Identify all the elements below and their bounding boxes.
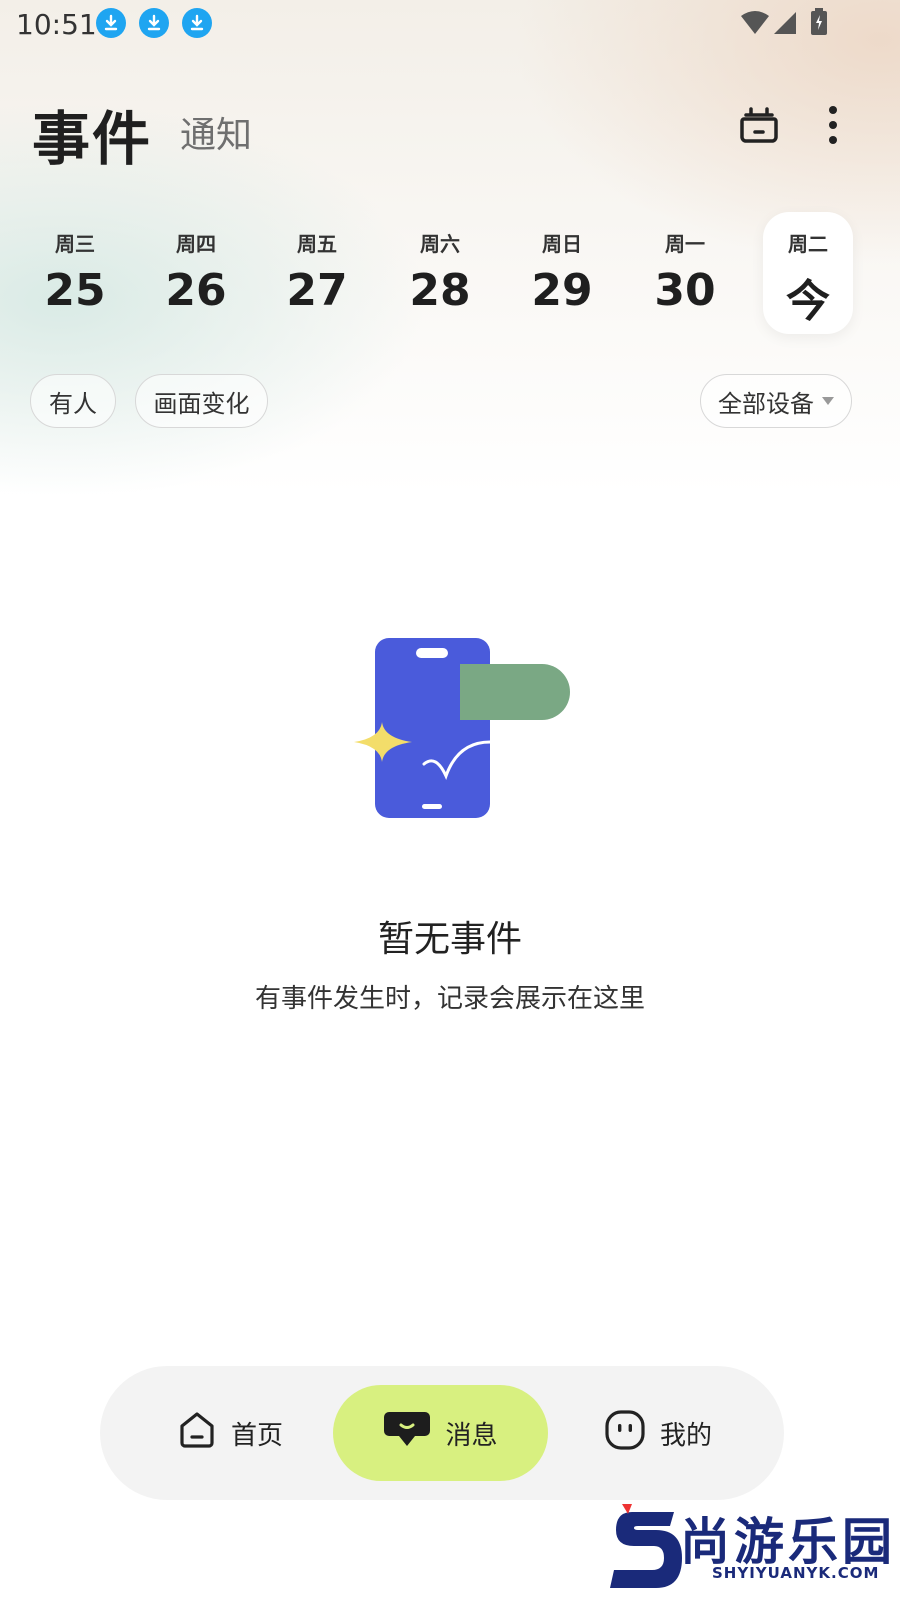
date-cell-30[interactable]: 周一 30 xyxy=(640,228,730,316)
page-title[interactable]: 事件 xyxy=(32,92,152,176)
watermark-logo: 尚游乐园 SHYIYUANYK.COM xyxy=(608,1500,900,1600)
date-number: 27 xyxy=(286,265,348,316)
chevron-down-icon xyxy=(822,397,834,405)
nav-item-home[interactable]: 首页 xyxy=(150,1385,310,1481)
nav-label: 消息 xyxy=(445,1420,498,1451)
empty-state-illustration xyxy=(350,630,580,830)
device-select-dropdown[interactable]: 全部设备 xyxy=(700,374,852,428)
weekday-label: 周六 xyxy=(420,232,460,256)
date-number: 29 xyxy=(531,265,593,316)
home-icon xyxy=(177,1410,217,1457)
signal-icon xyxy=(772,10,798,40)
weekday-label: 周日 xyxy=(542,232,582,256)
download-icon xyxy=(182,8,212,38)
date-number: 26 xyxy=(165,265,227,316)
weekday-label: 周三 xyxy=(55,232,95,256)
download-icon xyxy=(139,8,169,38)
filter-chip-person[interactable]: 有人 xyxy=(30,374,116,428)
chip-label: 有人 xyxy=(49,389,97,418)
date-number: 28 xyxy=(409,265,471,316)
camera-icon[interactable] xyxy=(734,100,784,150)
more-vertical-icon[interactable] xyxy=(808,100,858,150)
battery-charging-icon xyxy=(810,8,828,40)
watermark-url: SHYIYUANYK.COM xyxy=(712,1564,880,1582)
date-cell-27[interactable]: 周五 27 xyxy=(272,228,362,316)
status-bar: 10:51 xyxy=(0,0,900,48)
profile-icon xyxy=(604,1409,646,1458)
filter-chip-motion[interactable]: 画面变化 xyxy=(135,374,268,428)
message-icon xyxy=(383,1410,431,1457)
weekday-label: 周二 xyxy=(788,232,828,256)
weekday-label: 周五 xyxy=(297,232,337,256)
chip-label: 画面变化 xyxy=(153,389,250,418)
date-cell-26[interactable]: 周四 26 xyxy=(151,228,241,316)
tab-notify[interactable]: 通知 xyxy=(180,106,252,158)
empty-state-subtitle: 有事件发生时，记录会展示在这里 xyxy=(254,984,645,1014)
date-cell-25[interactable]: 周三 25 xyxy=(30,228,120,316)
download-icon xyxy=(96,8,126,38)
nav-item-messages[interactable]: 消息 xyxy=(333,1385,548,1481)
weekday-label: 周一 xyxy=(665,232,705,256)
nav-label: 我的 xyxy=(659,1420,712,1451)
date-number: 25 xyxy=(44,265,106,316)
date-cell-28[interactable]: 周六 28 xyxy=(395,228,485,316)
date-number: 今 xyxy=(786,276,830,327)
date-number: 30 xyxy=(654,265,716,316)
status-time: 10:51 xyxy=(16,8,97,41)
date-cell-today[interactable]: 周二 今 xyxy=(763,212,853,334)
weekday-label: 周四 xyxy=(176,232,216,256)
empty-state-title: 暂无事件 xyxy=(377,919,522,960)
nav-item-profile[interactable]: 我的 xyxy=(588,1385,728,1481)
wifi-icon xyxy=(740,10,770,40)
nav-label: 首页 xyxy=(230,1420,283,1451)
date-cell-29[interactable]: 周日 29 xyxy=(517,228,607,316)
device-select-label: 全部设备 xyxy=(718,389,814,418)
